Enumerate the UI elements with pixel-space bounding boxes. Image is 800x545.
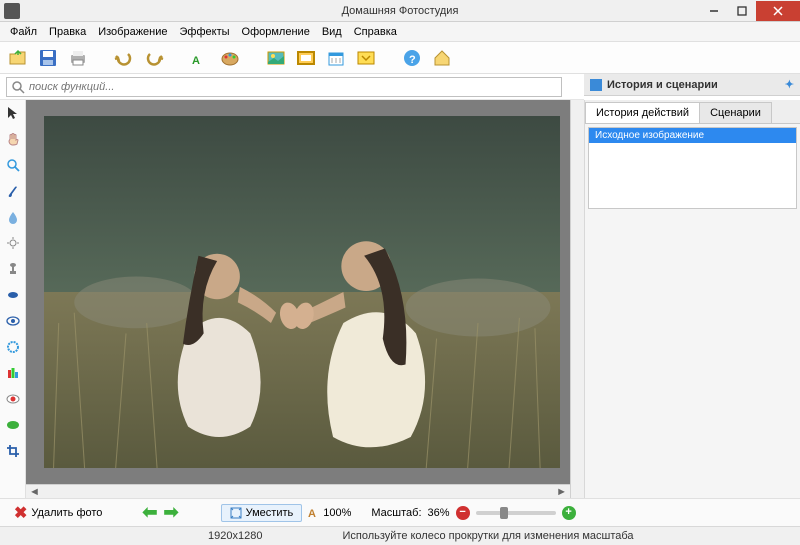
delete-icon: ✖: [14, 503, 27, 523]
redeye-tool-icon[interactable]: [4, 390, 22, 408]
levels-tool-icon[interactable]: [4, 364, 22, 382]
tab-scenarios[interactable]: Сценарии: [699, 102, 772, 123]
sharpen-tool-icon[interactable]: [4, 338, 22, 356]
open-icon[interactable]: [6, 46, 30, 70]
menu-image[interactable]: Изображение: [92, 24, 173, 40]
zoom-in-button[interactable]: +: [562, 506, 576, 520]
zoom-slider[interactable]: [476, 511, 556, 515]
pointer-tool-icon[interactable]: [4, 104, 22, 122]
svg-text:?: ?: [409, 54, 416, 66]
search-icon: [11, 80, 25, 94]
menu-edit[interactable]: Правка: [43, 24, 92, 40]
eye-tool-icon[interactable]: [4, 312, 22, 330]
fit-icon: [230, 507, 242, 519]
zoom-100-label: 100%: [323, 507, 351, 519]
home-icon[interactable]: [430, 46, 454, 70]
crop-tool-icon[interactable]: [4, 442, 22, 460]
panel-collapse-icon[interactable]: ✦: [785, 78, 794, 91]
menu-design[interactable]: Оформление: [236, 24, 316, 40]
menu-file[interactable]: Файл: [4, 24, 43, 40]
bottom-toolbar: ✖ Удалить фото ⬅ ➡ Уместить A 100% Масшт…: [0, 498, 800, 526]
delete-label: Удалить фото: [31, 507, 102, 519]
history-item-0[interactable]: Исходное изображение: [589, 128, 796, 143]
menubar: Файл Правка Изображение Эффекты Оформлен…: [0, 22, 800, 42]
zoom-actual-icon: A: [308, 507, 320, 519]
palette-icon[interactable]: [218, 46, 242, 70]
calendar-icon[interactable]: [324, 46, 348, 70]
statusbar: 1920x1280 Используйте колесо прокрутки д…: [0, 526, 800, 545]
titlebar: Домашняя Фотостудия: [0, 0, 800, 22]
print-icon[interactable]: [66, 46, 90, 70]
redo-icon[interactable]: [142, 46, 166, 70]
postcard-icon[interactable]: [354, 46, 378, 70]
window-controls: [700, 1, 800, 21]
frame-icon[interactable]: [294, 46, 318, 70]
zoom-slider-thumb[interactable]: [500, 507, 508, 519]
minimize-button[interactable]: [700, 1, 728, 21]
maximize-button[interactable]: [728, 1, 756, 21]
status-dimensions: 1920x1280: [208, 530, 262, 542]
text-icon[interactable]: A: [188, 46, 212, 70]
searchbar: [0, 74, 584, 100]
horizontal-scrollbar[interactable]: ◄►: [26, 484, 570, 498]
delete-photo-button[interactable]: ✖ Удалить фото: [8, 501, 108, 525]
prev-photo-button[interactable]: ⬅: [142, 502, 157, 523]
search-input[interactable]: [25, 81, 557, 93]
undo-icon[interactable]: [112, 46, 136, 70]
toolbar: A ?: [0, 42, 800, 74]
heal-tool-icon[interactable]: [4, 416, 22, 434]
main-area: ◄► История действий Сценарии Исходное из…: [0, 100, 800, 498]
zoom-100-button[interactable]: A 100%: [308, 507, 351, 519]
history-panel-header: История и сценарии ✦: [584, 74, 800, 96]
picture-icon[interactable]: [264, 46, 288, 70]
scale-value: 36%: [428, 507, 450, 519]
blur-tool-icon[interactable]: [4, 208, 22, 226]
svg-text:A: A: [192, 55, 200, 67]
right-panel: История действий Сценарии Исходное изобр…: [584, 100, 800, 498]
history-tabs: История действий Сценарии: [585, 100, 800, 124]
menu-help[interactable]: Справка: [348, 24, 403, 40]
darken-tool-icon[interactable]: [4, 286, 22, 304]
next-photo-button[interactable]: ➡: [164, 502, 179, 523]
menu-view[interactable]: Вид: [316, 24, 348, 40]
hand-tool-icon[interactable]: [4, 130, 22, 148]
history-panel-title: История и сценарии: [607, 79, 718, 91]
menu-effects[interactable]: Эффекты: [174, 24, 236, 40]
canvas-image[interactable]: [44, 116, 560, 468]
tab-history[interactable]: История действий: [585, 102, 700, 123]
help-icon[interactable]: ?: [400, 46, 424, 70]
status-hint: Используйте колесо прокрутки для изменен…: [342, 530, 633, 542]
zoom-tool-icon[interactable]: [4, 156, 22, 174]
save-icon[interactable]: [36, 46, 60, 70]
left-toolbar: [0, 100, 26, 498]
fit-label: Уместить: [246, 507, 294, 519]
close-button[interactable]: [756, 1, 800, 21]
vertical-scrollbar[interactable]: [570, 100, 584, 498]
zoom-out-button[interactable]: −: [456, 506, 470, 520]
canvas-area[interactable]: [26, 100, 570, 484]
history-panel-icon: [590, 79, 602, 91]
svg-text:A: A: [308, 508, 316, 519]
lighten-tool-icon[interactable]: [4, 234, 22, 252]
stamp-tool-icon[interactable]: [4, 260, 22, 278]
scale-label: Масштаб:: [371, 507, 421, 519]
window-title: Домашняя Фотостудия: [342, 5, 459, 17]
search-input-wrap[interactable]: [6, 77, 562, 97]
brush-tool-icon[interactable]: [4, 182, 22, 200]
app-icon: [4, 3, 20, 19]
history-list[interactable]: Исходное изображение: [588, 127, 797, 209]
